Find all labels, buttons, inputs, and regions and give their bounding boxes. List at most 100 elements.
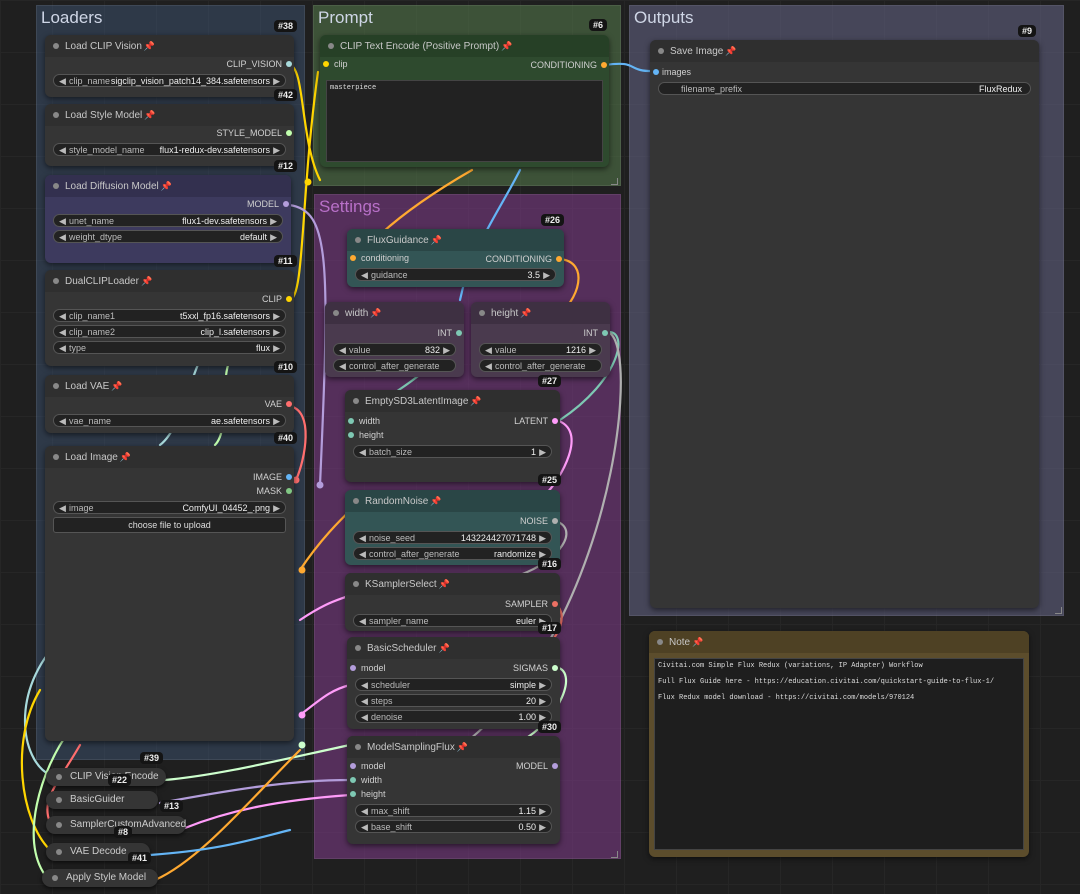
- output-image[interactable]: IMAGE: [45, 470, 294, 484]
- widget-filename-prefix[interactable]: filename_prefix FluxRedux: [658, 82, 1031, 95]
- widget-control-after-generate[interactable]: ◀ control_after_generate randomize ▶: [353, 547, 552, 560]
- node-load-diffusion-model[interactable]: Load Diffusion Model 📌 MODEL ◀ unet_name fl…: [45, 175, 291, 263]
- collapse-dot-icon[interactable]: [333, 310, 339, 316]
- arrow-right-icon[interactable]: ▶: [273, 502, 280, 515]
- socket-icon[interactable]: [286, 474, 292, 480]
- widget-value[interactable]: ◀ value 1216 ▶: [479, 343, 602, 356]
- socket-icon[interactable]: [350, 665, 356, 671]
- arrow-left-icon[interactable]: ◀: [361, 695, 368, 708]
- collapse-dot-icon[interactable]: [53, 112, 59, 118]
- widget-steps[interactable]: ◀ steps 20 ▶: [355, 694, 552, 707]
- collapse-dot-icon[interactable]: [658, 48, 664, 54]
- arrow-right-icon[interactable]: ▶: [273, 415, 280, 428]
- widget-image[interactable]: ◀ image ComfyUI_04452_.png ▶: [53, 501, 286, 514]
- arrow-left-icon[interactable]: ◀: [361, 805, 368, 818]
- node-save-image[interactable]: Save Image 📌 images filename_prefix FluxRe…: [650, 40, 1039, 608]
- arrow-right-icon[interactable]: ▶: [539, 679, 546, 692]
- arrow-left-icon[interactable]: ◀: [485, 360, 492, 371]
- arrow-left-icon[interactable]: ◀: [359, 446, 366, 459]
- arrow-left-icon[interactable]: ◀: [59, 75, 66, 88]
- collapsed-apply-style-model[interactable]: Apply Style Model: [42, 869, 158, 887]
- node-header[interactable]: EmptySD3LatentImage 📌: [345, 390, 560, 412]
- node-header[interactable]: Load Diffusion Model 📌: [45, 175, 291, 197]
- input-images[interactable]: images: [650, 65, 1039, 79]
- collapse-dot-icon[interactable]: [355, 237, 361, 243]
- socket-icon[interactable]: [286, 401, 292, 407]
- node-header[interactable]: Load VAE 📌: [45, 375, 294, 397]
- output-vae[interactable]: VAE: [45, 397, 294, 411]
- socket-icon[interactable]: [456, 330, 462, 336]
- output-model[interactable]: MODEL: [468, 759, 560, 773]
- node-clip-text-encode[interactable]: CLIP Text Encode (Positive Prompt) 📌 clip…: [320, 35, 609, 167]
- arrow-left-icon[interactable]: ◀: [339, 344, 346, 357]
- node-height[interactable]: height 📌 INT ◀ value 1216 ▶ ◀ control_after_g…: [471, 302, 610, 377]
- socket-icon[interactable]: [552, 518, 558, 524]
- arrow-left-icon[interactable]: ◀: [359, 548, 366, 561]
- output-conditioning[interactable]: CONDITIONING: [447, 58, 609, 72]
- widget-style-model-name[interactable]: ◀ style_model_name flux1-redux-dev.safeten…: [53, 143, 286, 156]
- socket-icon[interactable]: [552, 763, 558, 769]
- socket-icon[interactable]: [286, 61, 292, 67]
- node-header[interactable]: BasicScheduler 📌: [347, 637, 560, 659]
- collapse-dot-icon[interactable]: [355, 645, 361, 651]
- arrow-left-icon[interactable]: ◀: [59, 310, 66, 323]
- widget-clip-name[interactable]: ◀ clip_name sigclip_vision_patch14_384.saf…: [53, 74, 286, 87]
- node-width[interactable]: width 📌 INT ◀ value 832 ▶ ◀ control_after_gen…: [325, 302, 464, 377]
- socket-icon[interactable]: [552, 665, 558, 671]
- socket-icon[interactable]: [552, 418, 558, 424]
- node-load-style-model[interactable]: Load Style Model 📌 STYLE_MODEL ◀ style_mod…: [45, 104, 294, 166]
- node-header[interactable]: Save Image 📌: [650, 40, 1039, 62]
- widget-vae-name[interactable]: ◀ vae_name ae.safetensors ▶: [53, 414, 286, 427]
- collapse-dot-icon[interactable]: [56, 822, 62, 828]
- output-latent[interactable]: LATENT: [468, 414, 560, 428]
- collapse-dot-icon[interactable]: [53, 183, 59, 189]
- input-height[interactable]: height: [347, 787, 560, 801]
- arrow-left-icon[interactable]: ◀: [361, 821, 368, 834]
- output-int[interactable]: INT: [471, 326, 610, 340]
- arrow-right-icon[interactable]: ▶: [443, 344, 450, 357]
- node-dual-clip-loader[interactable]: DualCLIPLoader 📌 CLIP ◀ clip_name1 t5xxl_fp…: [45, 270, 294, 366]
- output-model[interactable]: MODEL: [45, 197, 291, 211]
- node-model-sampling-flux[interactable]: ModelSamplingFlux 📌 model MODEL width hei…: [347, 736, 560, 844]
- arrow-left-icon[interactable]: ◀: [361, 679, 368, 692]
- resize-handle-icon[interactable]: [611, 178, 618, 185]
- arrow-right-icon[interactable]: ▶: [270, 215, 277, 228]
- output-mask[interactable]: MASK: [45, 484, 294, 498]
- socket-icon[interactable]: [556, 256, 562, 262]
- widget-control-after-generate[interactable]: ◀control_after_generatefixed: [333, 359, 456, 372]
- node-header[interactable]: Load Style Model 📌: [45, 104, 294, 126]
- output-conditioning[interactable]: CONDITIONING: [432, 252, 564, 266]
- socket-icon[interactable]: [286, 296, 292, 302]
- widget-scheduler[interactable]: ◀ scheduler simple ▶: [355, 678, 552, 691]
- socket-icon[interactable]: [323, 61, 329, 67]
- node-header[interactable]: height 📌: [471, 302, 610, 324]
- collapse-dot-icon[interactable]: [479, 310, 485, 316]
- collapse-dot-icon[interactable]: [56, 774, 62, 780]
- node-header[interactable]: KSamplerSelect 📌: [345, 573, 560, 595]
- arrow-left-icon[interactable]: ◀: [361, 711, 368, 724]
- node-ksampler-select[interactable]: KSamplerSelect 📌 SAMPLER ◀ sampler_name eul…: [345, 573, 560, 631]
- node-basic-scheduler[interactable]: BasicScheduler 📌 model SIGMAS ◀ scheduler s…: [347, 637, 560, 729]
- arrow-right-icon[interactable]: ▶: [273, 342, 280, 355]
- node-load-image[interactable]: Load Image 📌 IMAGE MASK ◀ image ComfyUI_044…: [45, 446, 294, 741]
- node-header[interactable]: RandomNoise 📌: [345, 490, 560, 512]
- widget-clip-name1[interactable]: ◀ clip_name1 t5xxl_fp16.safetensors ▶: [53, 309, 286, 322]
- node-note[interactable]: Note 📌 Civitai.com Simple Flux Redux (var…: [649, 631, 1029, 857]
- node-header[interactable]: Load CLIP Vision 📌: [45, 35, 294, 57]
- upload-button[interactable]: choose file to upload: [53, 517, 286, 533]
- collapse-dot-icon[interactable]: [53, 278, 59, 284]
- arrow-left-icon[interactable]: ◀: [59, 342, 66, 355]
- output-sigmas[interactable]: SIGMAS: [468, 661, 560, 675]
- socket-icon[interactable]: [286, 130, 292, 136]
- collapse-dot-icon[interactable]: [657, 639, 663, 645]
- note-textarea[interactable]: Civitai.com Simple Flux Redux (variation…: [654, 658, 1024, 850]
- collapsed-basic-guider[interactable]: BasicGuider: [46, 791, 158, 809]
- collapse-dot-icon[interactable]: [353, 581, 359, 587]
- prompt-textarea[interactable]: masterpiece: [326, 80, 603, 162]
- collapse-dot-icon[interactable]: [53, 454, 59, 460]
- socket-icon[interactable]: [348, 418, 354, 424]
- socket-icon[interactable]: [350, 255, 356, 261]
- output-style-model[interactable]: STYLE_MODEL: [45, 126, 294, 140]
- widget-clip-name2[interactable]: ◀ clip_name2 clip_l.safetensors ▶: [53, 325, 286, 338]
- widget-noise-seed[interactable]: ◀ noise_seed 143224427071748 ▶: [353, 531, 552, 544]
